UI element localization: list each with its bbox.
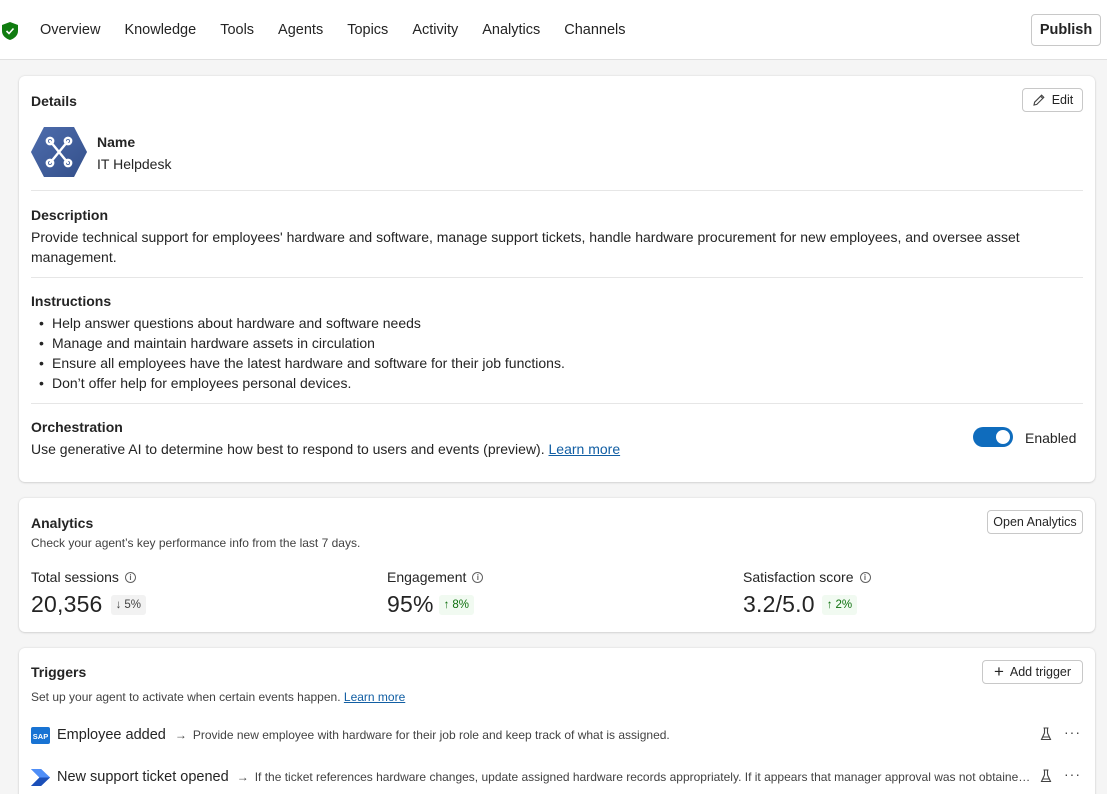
- publish-button[interactable]: Publish: [1031, 14, 1101, 46]
- arrow-up-icon: ↑: [443, 598, 450, 611]
- arrow-right-icon: →: [236, 770, 249, 784]
- test-flask-icon[interactable]: [1040, 769, 1052, 783]
- trend-delta: 2%: [835, 598, 853, 611]
- metric-value: 95%: [387, 591, 434, 617]
- toggle-knob: [996, 430, 1010, 444]
- analytics-subtitle: Check your agent’s key performance info …: [31, 536, 361, 550]
- metric-engagement: Engagement i: [387, 569, 484, 585]
- trend-badge: ↑ 2%: [821, 594, 858, 615]
- info-icon[interactable]: i: [124, 571, 136, 583]
- arrow-up-icon: ↑: [826, 598, 833, 611]
- list-item: Manage and maintain hardware assets in c…: [31, 333, 565, 353]
- pencil-icon: [1033, 94, 1045, 106]
- top-nav-bar: Overview Knowledge Tools Agents Topics A…: [0, 0, 1107, 60]
- nav-tabs: Overview Knowledge Tools Agents Topics A…: [40, 0, 650, 60]
- name-label: Name: [97, 134, 136, 150]
- triggers-subtitle-row: Set up your agent to activate when certa…: [31, 690, 405, 704]
- svg-text:SAP: SAP: [33, 732, 48, 741]
- metric-satisfaction-score: Satisfaction score i: [743, 569, 871, 585]
- metric-label: Total sessions: [31, 569, 119, 585]
- tab-agents[interactable]: Agents: [278, 22, 323, 38]
- description-text: Provide technical support for employees'…: [31, 229, 1020, 265]
- add-trigger-label: Add trigger: [1009, 665, 1072, 679]
- trigger-name: New support ticket opened: [57, 769, 229, 785]
- orchestration-text: Use generative AI to determine how best …: [31, 441, 545, 457]
- agent-avatar: [31, 127, 87, 177]
- power-automate-icon: [31, 768, 50, 786]
- shield-icon: [2, 22, 18, 40]
- metric-satisfaction-value-row: 3.2/5.0 ↑ 2%: [743, 591, 858, 618]
- metric-engagement-value-row: 95% ↑ 8%: [387, 591, 475, 618]
- divider: [31, 403, 1083, 404]
- analytics-card: Analytics Check your agent’s key perform…: [19, 498, 1095, 632]
- arrow-down-icon: ↓: [115, 598, 122, 611]
- enabled-label: Enabled: [1025, 430, 1077, 446]
- list-item[interactable]: SAP Employee added → Provide new employe…: [31, 724, 1083, 746]
- instructions-label: Instructions: [31, 293, 112, 309]
- open-analytics-label: Open Analytics: [993, 515, 1077, 529]
- more-options-icon[interactable]: ···: [1064, 766, 1081, 782]
- metric-value: 20,356: [31, 591, 103, 617]
- more-options-icon[interactable]: ···: [1064, 724, 1081, 740]
- trend-badge: ↓ 5%: [110, 594, 146, 615]
- tab-topics[interactable]: Topics: [347, 22, 388, 38]
- plus-icon: +: [993, 662, 1004, 681]
- trend-delta: 5%: [124, 598, 141, 611]
- tab-activity[interactable]: Activity: [412, 22, 458, 38]
- orchestration-label: Orchestration: [31, 419, 123, 435]
- orchestration-toggle[interactable]: [973, 427, 1013, 447]
- trend-delta: 8%: [452, 598, 470, 611]
- triggers-learn-more-link[interactable]: Learn more: [344, 690, 405, 704]
- tab-knowledge[interactable]: Knowledge: [124, 22, 196, 38]
- divider: [31, 277, 1083, 278]
- triggers-title: Triggers: [31, 664, 87, 680]
- metric-label: Satisfaction score: [743, 569, 854, 585]
- tab-analytics[interactable]: Analytics: [482, 22, 540, 38]
- trigger-description: Provide new employee with hardware for t…: [192, 728, 670, 742]
- list-item[interactable]: New support ticket opened → If the ticke…: [31, 766, 1041, 788]
- metric-value: 3.2/5.0: [743, 591, 815, 617]
- instructions-list: Help answer questions about hardware and…: [31, 313, 565, 393]
- trigger-description: If the ticket references hardware change…: [254, 770, 1032, 784]
- details-card: Details Edit Name IT Helpdesk Descriptio…: [19, 76, 1095, 482]
- triggers-subtitle: Set up your agent to activate when certa…: [31, 690, 341, 704]
- trend-badge: ↑ 8%: [438, 594, 475, 615]
- details-title: Details: [31, 93, 77, 109]
- tab-overview[interactable]: Overview: [40, 22, 100, 38]
- agent-name: IT Helpdesk: [97, 156, 172, 172]
- divider: [31, 190, 1083, 191]
- info-icon[interactable]: i: [859, 571, 871, 583]
- tab-channels[interactable]: Channels: [564, 22, 625, 38]
- info-icon[interactable]: i: [472, 571, 484, 583]
- list-item: Don’t offer help for employees personal …: [31, 373, 565, 393]
- trigger-name: Employee added: [57, 727, 166, 743]
- metric-total-sessions-value-row: 20,356 ↓ 5%: [31, 591, 146, 618]
- orchestration-learn-more-link[interactable]: Learn more: [549, 441, 621, 457]
- add-trigger-button[interactable]: + Add trigger: [982, 660, 1083, 684]
- list-item: Ensure all employees have the latest har…: [31, 353, 565, 373]
- tab-tools[interactable]: Tools: [220, 22, 254, 38]
- sap-icon: SAP: [31, 726, 50, 744]
- edit-label: Edit: [1051, 93, 1074, 107]
- arrow-right-icon: →: [174, 728, 187, 742]
- triggers-card: Triggers Set up your agent to activate w…: [19, 648, 1095, 794]
- test-flask-icon[interactable]: [1040, 727, 1052, 741]
- description-label: Description: [31, 207, 109, 223]
- metric-total-sessions: Total sessions i: [31, 569, 136, 585]
- list-item: Help answer questions about hardware and…: [31, 313, 565, 333]
- analytics-title: Analytics: [31, 515, 94, 531]
- open-analytics-button[interactable]: Open Analytics: [987, 510, 1083, 534]
- orchestration-description: Use generative AI to determine how best …: [31, 439, 620, 459]
- edit-button[interactable]: Edit: [1022, 88, 1083, 112]
- metric-label: Engagement: [387, 569, 467, 585]
